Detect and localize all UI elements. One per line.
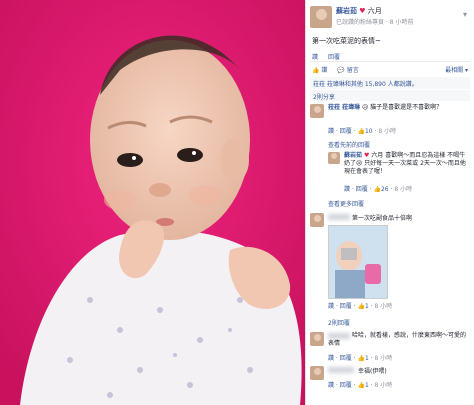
comment-actions: 讚 · 回覆 · 👍1 · 8 小時 [328, 303, 393, 310]
divider [310, 61, 470, 62]
comment-like-button[interactable]: 讚 [328, 128, 334, 135]
comment-actions: 讚 · 回覆 · 👍1 · 8 小時 [328, 355, 393, 362]
reply-avatar[interactable] [328, 152, 340, 164]
comments-panel: 蘇岩茹 ♥ 六月 已說讚的粉絲專頁 · 8 小時前 ▾ 第一次吃菜泥的表情~ 讚… [305, 0, 474, 405]
like-icon: 👍 [357, 303, 365, 310]
comment-photo-illustration [329, 226, 387, 298]
author-name[interactable]: 蘇岩茹 [336, 7, 357, 15]
comment-time: 8 小時 [374, 382, 393, 389]
comment-like-count: 1 [364, 382, 369, 389]
author-suffix: 六月 [367, 7, 382, 15]
like-icon: 👍 [357, 355, 365, 362]
comment-icon: 💬 [337, 67, 345, 74]
commenter-avatar[interactable] [310, 213, 324, 227]
reply-text: 喜歡啊～而且忍為這樣 不喝牛奶了😢 只好每一天一次菜或 2天一次～而且他現在會表… [344, 152, 466, 175]
author-suffix-emoji: ♥ [359, 7, 366, 15]
baby-photo-illustration [0, 0, 305, 405]
post-photo[interactable] [0, 0, 305, 405]
like-icon: 👍 [357, 382, 365, 389]
comment-time: 8 小時 [378, 128, 397, 135]
comment-text: 第一次吃副食品十倍啊 [352, 215, 413, 222]
like-icon: 👍 [373, 186, 381, 193]
author-avatar[interactable] [310, 6, 332, 28]
view-replies-count[interactable]: 2則回覆 [328, 318, 474, 327]
likes-summary-text: 菈菈 菈瑋琳和其他 15,890 人都說讚。 [313, 81, 418, 88]
reply-time: 8 小時 [394, 186, 413, 193]
comment-actions: 讚 · 回覆 · 👍10 · 8 小時 [328, 128, 397, 135]
view-previous-replies[interactable]: 查看先前的回覆 [328, 140, 474, 149]
comment-like-count: 1 [364, 355, 369, 362]
comment-like-count: 1 [364, 303, 369, 310]
comment-actions: 讚 · 回覆 · 👍1 · 8 小時 [328, 382, 393, 389]
post-header: 蘇岩茹 ♥ 六月 已說讚的粉絲專頁 · 8 小時前 ▾ [306, 4, 474, 32]
reaction-bar: 👍 讚 💬 留言 最相關 ▾ [312, 65, 468, 75]
commenter-avatar[interactable] [310, 104, 324, 118]
reply-item: 蘇岩茹 ♥ 六月 喜歡啊～而且忍為這樣 不喝牛奶了😢 只好每一天一次菜或 2天一… [328, 152, 470, 193]
shares-count[interactable]: 2則分享 [310, 90, 470, 101]
reply-author[interactable]: 蘇岩茹 [344, 152, 362, 159]
reply-button[interactable]: 回覆 [328, 52, 340, 61]
comment-time: 8 小時 [374, 355, 393, 362]
post-time[interactable]: 8 小時前 [390, 19, 414, 26]
likes-summary[interactable]: 菈菈 菈瑋琳和其他 15,890 人都說讚。 [310, 77, 470, 89]
comment-reply-button[interactable]: 回覆 [340, 382, 352, 389]
comment-photo[interactable] [328, 225, 388, 299]
comment-item: 哈哈，就看樣，感說，什麼東西啊～可愛的表情 讚 · 回覆 · 👍1 · 8 小時 [310, 332, 470, 364]
comment-action[interactable]: 💬 留言 [337, 67, 358, 74]
comment-time: 8 小時 [374, 303, 393, 310]
commenter-avatar[interactable] [310, 332, 324, 346]
post-caption: 第一次吃菜泥的表情~ [312, 37, 381, 45]
comment-like-button[interactable]: 讚 [328, 355, 334, 362]
reply-actions: 讚 · 回覆 · 👍26 · 8 小時 [344, 186, 413, 193]
sort-dropdown[interactable]: 最相關 ▾ [445, 65, 468, 74]
commenter-avatar[interactable] [310, 366, 324, 380]
heart-icon: ♥ [363, 152, 370, 159]
blurred-name [328, 214, 350, 220]
post-meta-page: 已說讚的粉絲專頁 [336, 19, 385, 26]
view-more-replies[interactable]: 查看更多回覆 [328, 199, 474, 208]
post-actions: 讚 回覆 [312, 52, 474, 61]
comment-text: 哈哈，就看樣，感說，什麼東西啊～可愛的表情 [328, 332, 467, 347]
comment-reply-button[interactable]: 回覆 [340, 355, 352, 362]
like-icon: 👍 [357, 128, 365, 135]
comment-like-button[interactable]: 讚 [328, 303, 334, 310]
comment-text: 幸福(伊喂) [358, 368, 387, 375]
shares-text: 2則分享 [313, 94, 335, 101]
like-icon: 👍 [312, 67, 320, 74]
reply-like-button[interactable]: 讚 [344, 186, 350, 193]
comment-like-count: 10 [364, 128, 373, 135]
comment-item: 第一次吃副食品十倍啊 讚 · 回覆 · 👍1 · 8 小時 [310, 213, 470, 313]
reply-author-suffix: 六月 [371, 152, 384, 159]
chevron-down-icon[interactable]: ▾ [460, 10, 470, 20]
like-button[interactable]: 讚 [312, 52, 318, 61]
comment-like-button[interactable]: 讚 [328, 382, 334, 389]
comment-item: 菈菈 菈瑋琳 😥 貓子是喜歡還是不喜歡啊？ 讚 · 回覆 · 👍10 · 8 小… [310, 104, 470, 138]
reply-like-count: 26 [380, 186, 389, 193]
comment-reply-button[interactable]: 回覆 [340, 303, 352, 310]
reply-reply-button[interactable]: 回覆 [356, 186, 368, 193]
comment-text: 😥 貓子是喜歡還是不喜歡啊？ [362, 104, 443, 111]
comment-reply-button[interactable]: 回覆 [340, 128, 352, 135]
comment-item: 幸福(伊喂) 讚 · 回覆 · 👍1 · 8 小時 [310, 366, 470, 398]
blurred-name [328, 367, 354, 373]
commenter-name[interactable]: 菈菈 菈瑋琳 [328, 104, 360, 111]
like-action[interactable]: 👍 讚 [312, 67, 327, 74]
